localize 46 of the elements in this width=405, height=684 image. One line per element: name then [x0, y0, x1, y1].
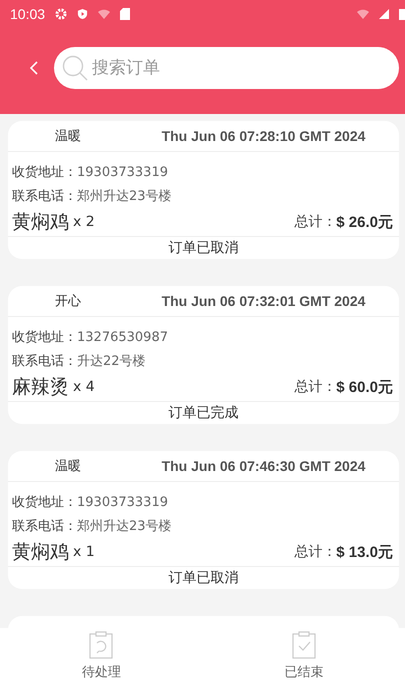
- customer-name: 温暖: [54, 128, 82, 145]
- total-label: 总计：: [294, 378, 336, 396]
- address-label: 收货地址：: [12, 329, 77, 346]
- shield-icon: [77, 8, 88, 20]
- wifi-icon: [98, 9, 110, 19]
- nav-tab[interactable]: 待处理: [0, 628, 202, 684]
- quantity: x 1: [73, 544, 95, 560]
- wifi-icon: [357, 9, 369, 19]
- order-date: Thu Jun 06 07:46:30 GMT 2024: [160, 458, 366, 474]
- total-amount: $ 13.0元: [336, 542, 393, 562]
- search-field[interactable]: 搜索订单: [54, 47, 399, 89]
- phone-value: 郑州升达23号楼: [77, 518, 172, 535]
- phone-label: 联系电话：: [12, 353, 77, 370]
- dish-name: 黄焖鸡: [12, 540, 69, 565]
- order-date: Thu Jun 06 07:32:01 GMT 2024: [160, 293, 366, 309]
- clipboard-check-icon: [292, 631, 316, 659]
- signal-icon: [379, 9, 389, 19]
- phone-value: 郑州升达23号楼: [77, 188, 172, 205]
- quantity: x 2: [73, 214, 95, 230]
- nav-tab[interactable]: 已结束: [202, 628, 405, 684]
- total-label: 总计：: [294, 213, 336, 231]
- order-date: Thu Jun 06 07:28:10 GMT 2024: [160, 128, 366, 144]
- phone-label: 联系电话：: [12, 518, 77, 535]
- address-label: 收货地址：: [12, 164, 77, 181]
- status-time: 10:03: [10, 6, 46, 22]
- total-amount: $ 60.0元: [336, 378, 393, 396]
- customer-name: 开心: [54, 293, 82, 310]
- customer-name: 温暖: [54, 458, 82, 475]
- gear-icon: [55, 8, 68, 20]
- quantity: x 4: [73, 379, 95, 395]
- address-label: 收货地址：: [12, 494, 77, 511]
- order-status: 订单已取消: [168, 239, 240, 257]
- clipboard-refresh-icon: [89, 631, 114, 659]
- dish-name: 黄焖鸡: [12, 210, 69, 235]
- back-icon[interactable]: [30, 61, 38, 75]
- total-amount: $ 26.0元: [336, 212, 393, 232]
- phone-label: 联系电话：: [12, 188, 77, 205]
- order-status: 订单已完成: [168, 404, 240, 422]
- address-value: 19303733319: [77, 494, 168, 510]
- sd-card-icon: [120, 8, 130, 20]
- order-status: 订单已取消: [168, 569, 240, 587]
- total-label: 总计：: [294, 543, 336, 561]
- phone-value: 升达22号楼: [77, 353, 146, 370]
- dish-name: 麻辣烫: [12, 375, 69, 400]
- address-value: 19303733319: [77, 164, 168, 180]
- address-value: 13276530987: [77, 330, 168, 344]
